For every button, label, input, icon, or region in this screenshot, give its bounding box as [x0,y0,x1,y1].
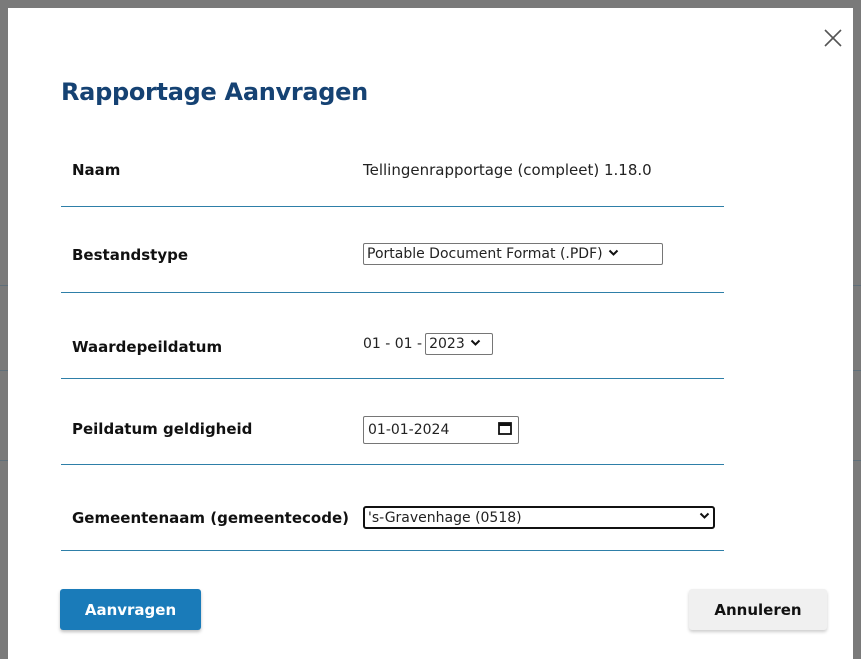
chevron-down-icon [699,512,710,523]
chevron-down-icon [470,339,481,350]
gemeente-select[interactable]: 's-Gravenhage (0518) [363,506,715,529]
year-selected: 2023 [429,336,465,352]
dialog-title: Rapportage Aanvragen [61,78,368,106]
form-row-gemeente: Gemeentenaam (gemeentecode) 's-Gravenhag… [61,465,724,551]
waardepeildatum-prefix: 01 - 01 - [363,336,423,352]
gemeente-control: 's-Gravenhage (0518) [363,506,715,529]
annuleren-button[interactable]: Annuleren [689,589,827,630]
form-row-peildatum-geldigheid: Peildatum geldigheid 01-01-2024 [61,379,724,465]
gemeente-selected: 's-Gravenhage (0518) [368,509,522,526]
form-row-bestandstype: Bestandstype Portable Document Format (.… [61,207,724,293]
peildatum-geldigheid-control: 01-01-2024 [363,416,519,444]
form-row-naam: Naam Tellingenrapportage (compleet) 1.18… [61,133,724,207]
bestandstype-selected: Portable Document Format (.PDF) [367,246,603,262]
naam-label: Naam [72,161,121,179]
form-row-waardepeildatum: Waardepeildatum 01 - 01 - 2023 [61,293,724,379]
peildatum-value: 01-01-2024 [368,422,450,438]
chevron-down-icon [608,249,619,260]
bestandstype-control: Portable Document Format (.PDF) [363,243,663,265]
report-form: Naam Tellingenrapportage (compleet) 1.18… [61,133,724,551]
calendar-icon[interactable] [498,421,512,439]
aanvragen-button[interactable]: Aanvragen [60,589,201,630]
peildatum-geldigheid-label: Peildatum geldigheid [72,420,253,438]
gemeente-label: Gemeentenaam (gemeentecode) [72,509,349,527]
year-select[interactable]: 2023 [425,333,494,355]
close-icon[interactable] [821,26,845,50]
naam-value: Tellingenrapportage (compleet) 1.18.0 [363,161,652,179]
bestandstype-label: Bestandstype [72,246,189,264]
request-report-dialog: Rapportage Aanvragen Naam Tellingenrappo… [8,8,853,659]
waardepeildatum-control: 01 - 01 - 2023 [363,333,494,355]
waardepeildatum-label: Waardepeildatum [72,338,223,356]
bestandstype-select[interactable]: Portable Document Format (.PDF) [363,243,663,265]
peildatum-date-input[interactable]: 01-01-2024 [363,416,519,444]
